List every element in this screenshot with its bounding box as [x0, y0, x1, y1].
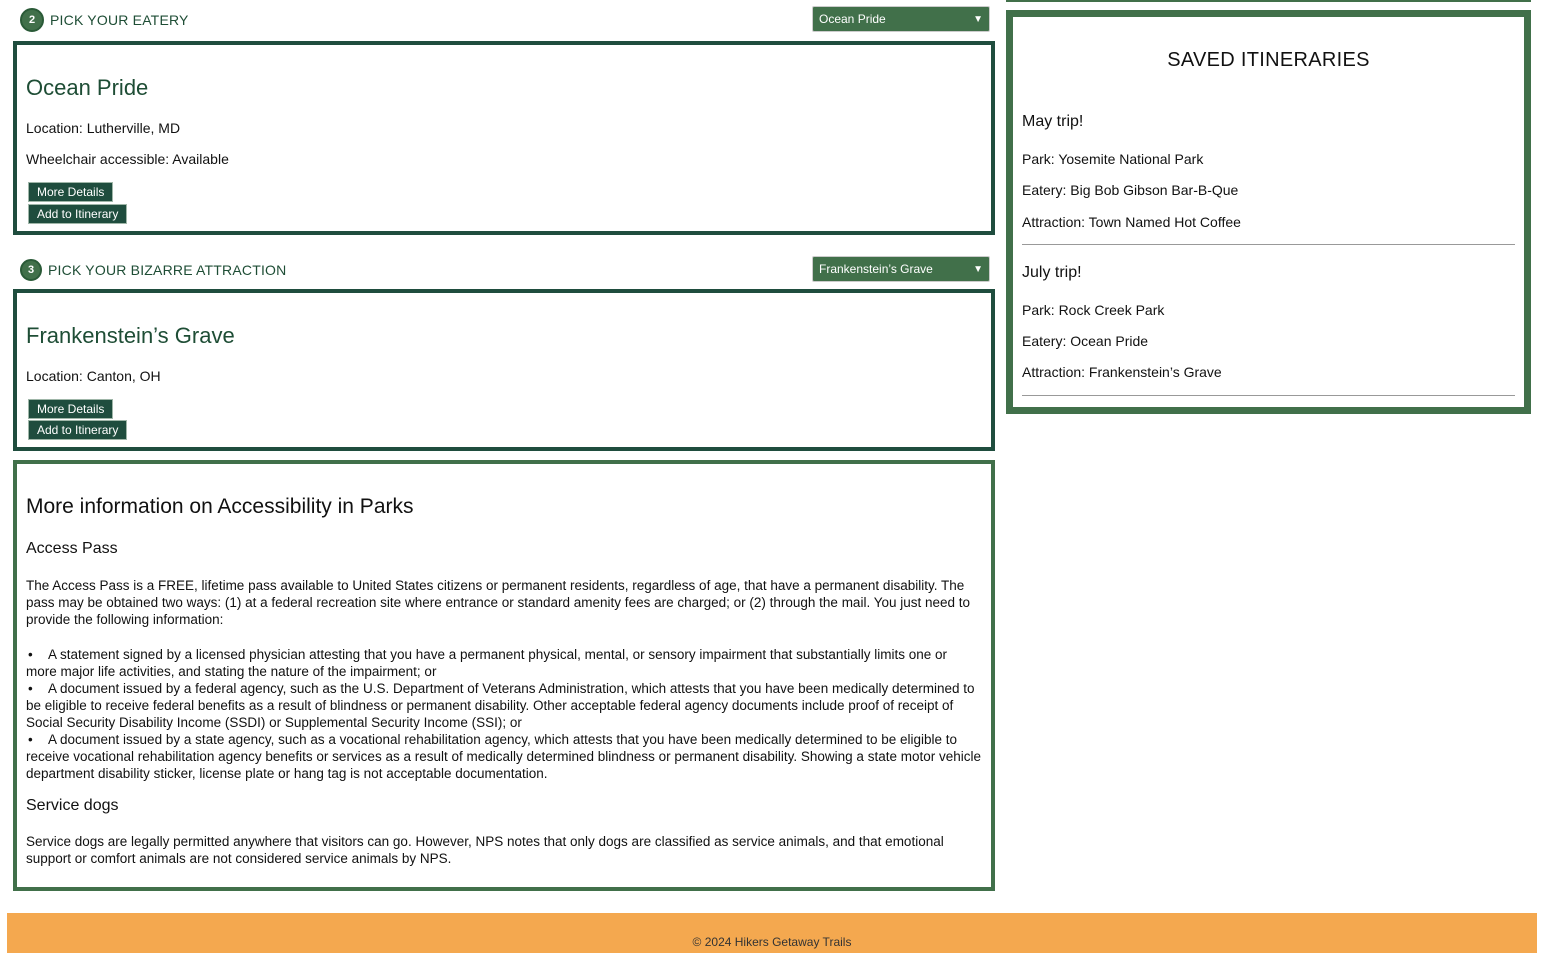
eatery-step-label: PICK YOUR EATERY [50, 12, 189, 28]
eatery-select[interactable]: Ocean Pride ▼ [812, 6, 990, 32]
attraction-step-header: 3 PICK YOUR BIZARRE ATTRACTION Frankenst… [20, 256, 990, 284]
eatery-wheelchair: Wheelchair accessible: Available [26, 151, 229, 167]
attraction-title: Frankenstein’s Grave [26, 323, 235, 348]
saved-itineraries-panel: SAVED ITINERARIES May trip! Park: Yosemi… [1006, 10, 1531, 414]
footer-text: © 2024 Hikers Getaway Trails [692, 935, 852, 949]
step-number-badge: 2 [20, 8, 44, 32]
chevron-down-icon: ▼ [973, 13, 983, 25]
trip-july: July trip! Park: Rock Creek Park Eatery:… [1022, 264, 1515, 396]
attraction-select-value: Frankenstein’s Grave [819, 262, 933, 276]
trip-attraction: Attraction: Frankenstein’s Grave [1022, 364, 1222, 380]
trip-park: Park: Rock Creek Park [1022, 302, 1165, 318]
attraction-add-to-itinerary-button[interactable]: Add to Itinerary [28, 420, 128, 440]
access-pass-text: The Access Pass is a FREE, lifetime pass… [26, 578, 971, 627]
eatery-select-value: Ocean Pride [819, 12, 886, 26]
chevron-down-icon: ▼ [973, 263, 983, 275]
attraction-select[interactable]: Frankenstein’s Grave ▼ [812, 256, 990, 282]
eatery-title: Ocean Pride [26, 75, 149, 100]
access-pass-heading: Access Pass [26, 540, 118, 557]
list-item: A statement signed by a licensed physici… [26, 646, 981, 680]
info-title: More information on Accessibility in Par… [26, 495, 414, 518]
step-number-badge: 3 [20, 259, 42, 281]
attraction-more-details-button[interactable]: More Details [28, 399, 114, 419]
trip-name: May trip! [1022, 113, 1084, 130]
saved-top-border [1006, 0, 1531, 2]
list-item: A document issued by a federal agency, s… [26, 680, 981, 731]
trip-divider [1022, 244, 1515, 245]
eatery-card: Ocean Pride Location: Lutherville, MD Wh… [13, 41, 995, 235]
saved-title: SAVED ITINERARIES [1167, 49, 1370, 71]
list-item: A document issued by a state agency, suc… [26, 731, 981, 782]
trip-attraction: Attraction: Town Named Hot Coffee [1022, 214, 1241, 230]
eatery-more-details-button[interactable]: More Details [28, 182, 114, 202]
trip-divider [1022, 395, 1515, 396]
trip-eatery: Eatery: Ocean Pride [1022, 333, 1149, 349]
footer: © 2024 Hikers Getaway Trails [7, 913, 1537, 953]
eatery-step-header: 2 PICK YOUR EATERY Ocean Pride ▼ [20, 6, 990, 34]
attraction-location: Location: Canton, OH [26, 368, 161, 384]
trip-eatery: Eatery: Big Bob Gibson Bar-B-Que [1022, 182, 1239, 198]
trip-may: May trip! Park: Yosemite National Park E… [1022, 113, 1515, 245]
trip-park: Park: Yosemite National Park [1022, 151, 1204, 167]
trip-name: July trip! [1022, 264, 1082, 281]
service-dogs-text: Service dogs are legally permitted anywh… [26, 834, 944, 866]
service-dogs-heading: Service dogs [26, 797, 119, 814]
eatery-location: Location: Lutherville, MD [26, 120, 181, 136]
attraction-card: Frankenstein’s Grave Location: Canton, O… [13, 289, 995, 451]
attraction-step-label: PICK YOUR BIZARRE ATTRACTION [48, 262, 287, 278]
requirements-list: A statement signed by a licensed physici… [26, 646, 981, 782]
eatery-add-to-itinerary-button[interactable]: Add to Itinerary [28, 204, 128, 224]
accessibility-info-panel: More information on Accessibility in Par… [13, 460, 995, 891]
